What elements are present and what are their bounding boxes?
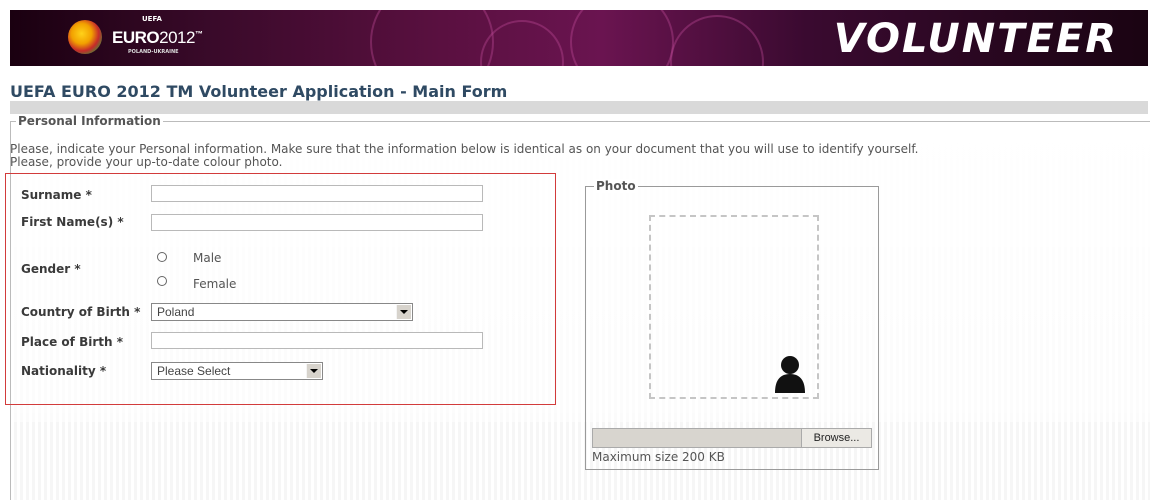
- photo-max-size-note: Maximum size 200 KB: [592, 450, 725, 464]
- logo-uefa-text: UEFA: [142, 15, 162, 23]
- logo-hosts: POLAND-UKRAINE: [128, 49, 179, 55]
- country-of-birth-label: Country of Birth *: [21, 305, 141, 319]
- photo-legend: Photo: [594, 179, 638, 193]
- first-name-input[interactable]: [151, 214, 483, 231]
- nationality-label: Nationality *: [21, 364, 107, 378]
- logo-title: EURO2012™: [112, 28, 203, 48]
- banner-decoration: [370, 10, 494, 66]
- place-of-birth-label: Place of Birth *: [21, 335, 123, 349]
- logo-trademark: ™: [194, 29, 203, 39]
- title-divider: [10, 101, 1148, 114]
- banner-decoration: [670, 15, 764, 66]
- volunteer-wordmark: VOLUNTEER: [833, 16, 1118, 62]
- person-silhouette-icon: [775, 356, 805, 393]
- section-instructions: Please, indicate your Personal informati…: [10, 143, 918, 169]
- country-of-birth-value: Poland: [157, 305, 195, 319]
- gender-label: Gender *: [21, 262, 81, 276]
- instructions-line-2: Please, provide your up-to-date colour p…: [10, 155, 283, 169]
- chevron-down-icon[interactable]: [306, 364, 321, 378]
- euro2012-logo: UEFA EURO2012™ POLAND-UKRAINE: [68, 14, 258, 62]
- logo-title-year: 2012: [159, 28, 195, 47]
- chevron-down-icon[interactable]: [396, 305, 411, 319]
- surname-input[interactable]: [151, 185, 483, 202]
- page-title: UEFA EURO 2012 TM Volunteer Application …: [10, 82, 508, 101]
- photo-file-path-input[interactable]: [592, 428, 802, 448]
- gender-female-radio[interactable]: [157, 276, 167, 286]
- first-name-label: First Name(s) *: [21, 215, 124, 229]
- gender-male-label[interactable]: Male: [193, 251, 221, 265]
- banner-decoration: [480, 20, 564, 66]
- personal-information-legend: Personal Information: [16, 114, 163, 128]
- country-of-birth-select[interactable]: Poland: [151, 303, 413, 321]
- surname-label: Surname *: [21, 188, 92, 202]
- place-of-birth-input[interactable]: [151, 332, 483, 349]
- logo-title-euro: EURO: [112, 28, 160, 47]
- browse-button[interactable]: Browse...: [801, 428, 872, 448]
- banner-decoration: [570, 10, 674, 66]
- nationality-select[interactable]: Please Select: [151, 362, 323, 380]
- gender-female-label[interactable]: Female: [193, 277, 236, 291]
- header-banner: UEFA EURO2012™ POLAND-UKRAINE VOLUNTEER: [10, 10, 1148, 66]
- gender-male-radio[interactable]: [157, 252, 167, 262]
- nationality-value: Please Select: [157, 364, 231, 378]
- logo-emblem-icon: [68, 20, 102, 54]
